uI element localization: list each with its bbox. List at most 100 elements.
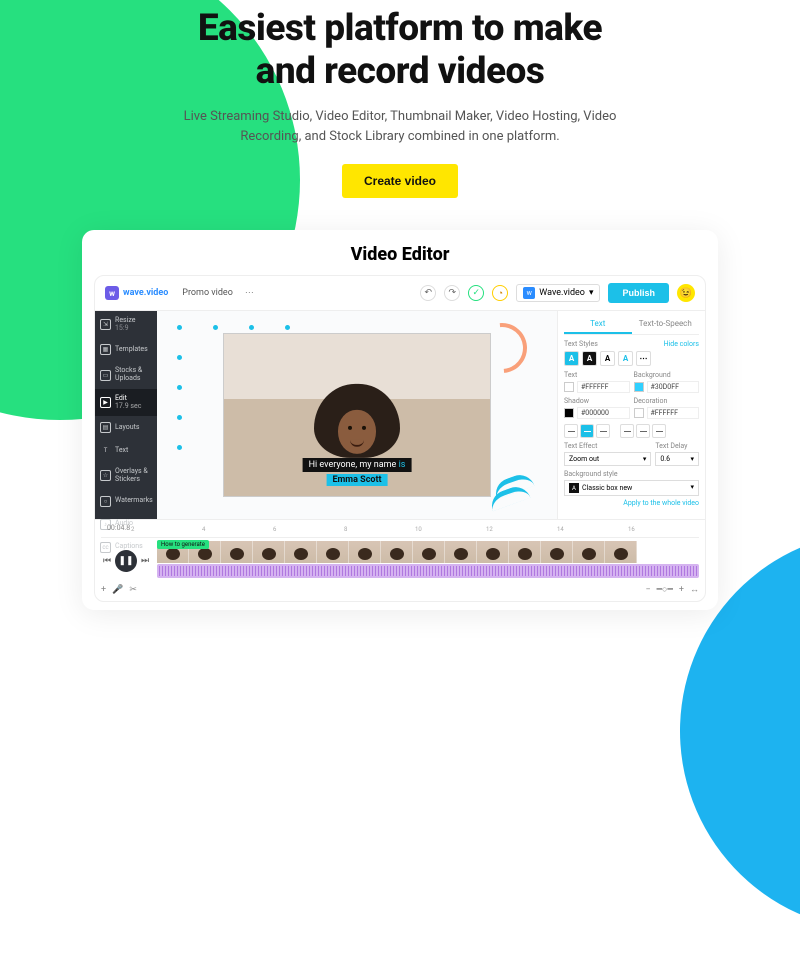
- deco-dot: [177, 355, 182, 360]
- text-effect-select[interactable]: Zoom out▾: [564, 452, 651, 466]
- clip-thumbnail[interactable]: [253, 541, 285, 563]
- clip-thumbnail[interactable]: [285, 541, 317, 563]
- saved-check-icon: ✓: [468, 285, 484, 301]
- skip-next-button[interactable]: ⏭: [139, 555, 151, 567]
- text-style-more[interactable]: ⋯: [636, 351, 651, 366]
- project-menu-icon[interactable]: ⋯: [245, 288, 254, 298]
- deco-color-swatch[interactable]: [634, 408, 644, 418]
- fit-width-button[interactable]: ↔: [690, 584, 699, 595]
- stocks-icon: ▭: [100, 370, 111, 381]
- clip-thumbnail[interactable]: [381, 541, 413, 563]
- align-left-button[interactable]: [564, 424, 578, 438]
- valign-top-button[interactable]: [620, 424, 634, 438]
- clip-thumbnail[interactable]: [221, 541, 253, 563]
- sidebar-item-stocks[interactable]: ▭Stocks & Uploads: [95, 361, 157, 388]
- redo-icon[interactable]: ↷: [444, 285, 460, 301]
- emoji-wink-icon[interactable]: 😉: [677, 284, 695, 302]
- timeline-video-track[interactable]: How to generate: [157, 542, 699, 562]
- project-name[interactable]: Promo video: [182, 288, 233, 298]
- templates-icon: ▦: [100, 344, 111, 355]
- undo-icon[interactable]: ↶: [420, 285, 436, 301]
- deco-color-hex[interactable]: #FFFFFF: [647, 407, 700, 419]
- video-subtitle[interactable]: Hi everyone, my name is Emma Scott: [303, 458, 412, 486]
- valign-middle-button[interactable]: [636, 424, 650, 438]
- clip-thumbnail[interactable]: [509, 541, 541, 563]
- clip-thumbnail[interactable]: [477, 541, 509, 563]
- sidebar-item-label: Edit: [115, 394, 127, 402]
- video-frame[interactable]: Hi everyone, my name is Emma Scott: [223, 333, 491, 497]
- text-style-option[interactable]: A: [600, 351, 615, 366]
- valign-bottom-button[interactable]: [652, 424, 666, 438]
- hero-subtitle: Live Streaming Studio, Video Editor, Thu…: [160, 107, 640, 146]
- text-style-option[interactable]: A: [582, 351, 597, 366]
- text-delay-label: Text Delay: [655, 442, 699, 450]
- clip-thumbnail[interactable]: [317, 541, 349, 563]
- clip-thumbnail[interactable]: [605, 541, 637, 563]
- skip-prev-button[interactable]: ⏮: [101, 555, 113, 567]
- editor-card-title: Video Editor: [94, 244, 706, 265]
- timeline-timecode: 00:04.8: [107, 524, 130, 532]
- hide-colors-link[interactable]: Hide colors: [664, 340, 699, 348]
- text-color-hex[interactable]: #FFFFFF: [577, 381, 630, 393]
- sidebar-item-edit[interactable]: ▶Edit17.9 sec: [95, 389, 157, 416]
- chevron-down-icon: ▾: [690, 455, 694, 463]
- publish-button[interactable]: Publish: [608, 283, 669, 303]
- timeline-ruler[interactable]: 00:04.8 2 4 6 8 10 12 14 16: [101, 524, 699, 538]
- clip-thumbnail[interactable]: [541, 541, 573, 563]
- align-right-button[interactable]: [596, 424, 610, 438]
- sidebar-item-text[interactable]: TText: [95, 439, 157, 462]
- clip-thumbnail[interactable]: [349, 541, 381, 563]
- shadow-color-hex[interactable]: #000000: [577, 407, 630, 419]
- tab-text-to-speech[interactable]: Text-to-Speech: [632, 315, 700, 334]
- create-video-button[interactable]: Create video: [342, 164, 458, 198]
- deco-dot: [249, 325, 254, 330]
- text-style-option[interactable]: A: [564, 351, 579, 366]
- pause-button[interactable]: ❚❚: [115, 550, 137, 572]
- hero-title-line1: Easiest platform to make: [198, 7, 602, 50]
- sidebar-item-label: Layouts: [115, 424, 140, 432]
- app-logo[interactable]: w wave.video: [105, 286, 168, 300]
- apply-all-link[interactable]: Apply to the whole video: [564, 499, 699, 507]
- text-delay-select[interactable]: 0.6▾: [655, 452, 699, 466]
- chevron-down-icon: ▾: [643, 455, 647, 463]
- editor-canvas[interactable]: Hi everyone, my name is Emma Scott: [157, 311, 557, 519]
- clip-thumbnail[interactable]: [445, 541, 477, 563]
- brand-name: wave.video: [123, 288, 168, 298]
- tab-text[interactable]: Text: [564, 315, 632, 334]
- zoom-slider[interactable]: ━○━: [657, 584, 673, 595]
- hero-title: Easiest platform to make and record vide…: [0, 8, 800, 93]
- sidebar-item-templates[interactable]: ▦Templates: [95, 338, 157, 361]
- text-style-option[interactable]: A: [618, 351, 633, 366]
- video-person: [314, 384, 400, 458]
- bg-color-hex[interactable]: #30D0FF: [647, 381, 700, 393]
- editor-sidebar: ⇲Resize15:9 ▦Templates ▭Stocks & Uploads…: [95, 311, 157, 519]
- align-center-button[interactable]: [580, 424, 594, 438]
- sidebar-item-overlays[interactable]: ☆Overlays & Stickers: [95, 462, 157, 489]
- timeline-audio-track[interactable]: [157, 564, 699, 578]
- clip-thumbnail[interactable]: [573, 541, 605, 563]
- history-clock-icon[interactable]: ◔: [492, 285, 508, 301]
- deco-dot: [213, 325, 218, 330]
- cut-icon[interactable]: ✂: [129, 585, 137, 595]
- sidebar-item-resize[interactable]: ⇲Resize15:9: [95, 311, 157, 338]
- clip-thumbnail[interactable]: [413, 541, 445, 563]
- deco-dot: [177, 415, 182, 420]
- shadow-color-label: Shadow: [564, 397, 630, 405]
- clip-label: How to generate: [157, 540, 209, 549]
- bg-color-swatch[interactable]: [634, 382, 644, 392]
- deco-dot: [177, 325, 182, 330]
- mic-icon[interactable]: 🎤: [112, 585, 123, 595]
- shadow-color-swatch[interactable]: [564, 408, 574, 418]
- bg-style-select[interactable]: AClassic box new▾: [564, 480, 699, 496]
- zoom-out-button[interactable]: −: [645, 585, 650, 595]
- deco-color-label: Decoration: [634, 397, 700, 405]
- sidebar-item-watermarks[interactable]: ○Watermarks: [95, 490, 157, 513]
- zoom-in-button[interactable]: +: [679, 585, 684, 595]
- add-track-button[interactable]: +: [101, 585, 106, 595]
- edit-icon: ▶: [100, 397, 111, 408]
- text-color-swatch[interactable]: [564, 382, 574, 392]
- workspace-selector[interactable]: w Wave.video ▾: [516, 284, 600, 302]
- sidebar-item-label: Overlays & Stickers: [115, 468, 152, 483]
- hero-title-line2: and record videos: [256, 50, 545, 93]
- sidebar-item-layouts[interactable]: ▤Layouts: [95, 416, 157, 439]
